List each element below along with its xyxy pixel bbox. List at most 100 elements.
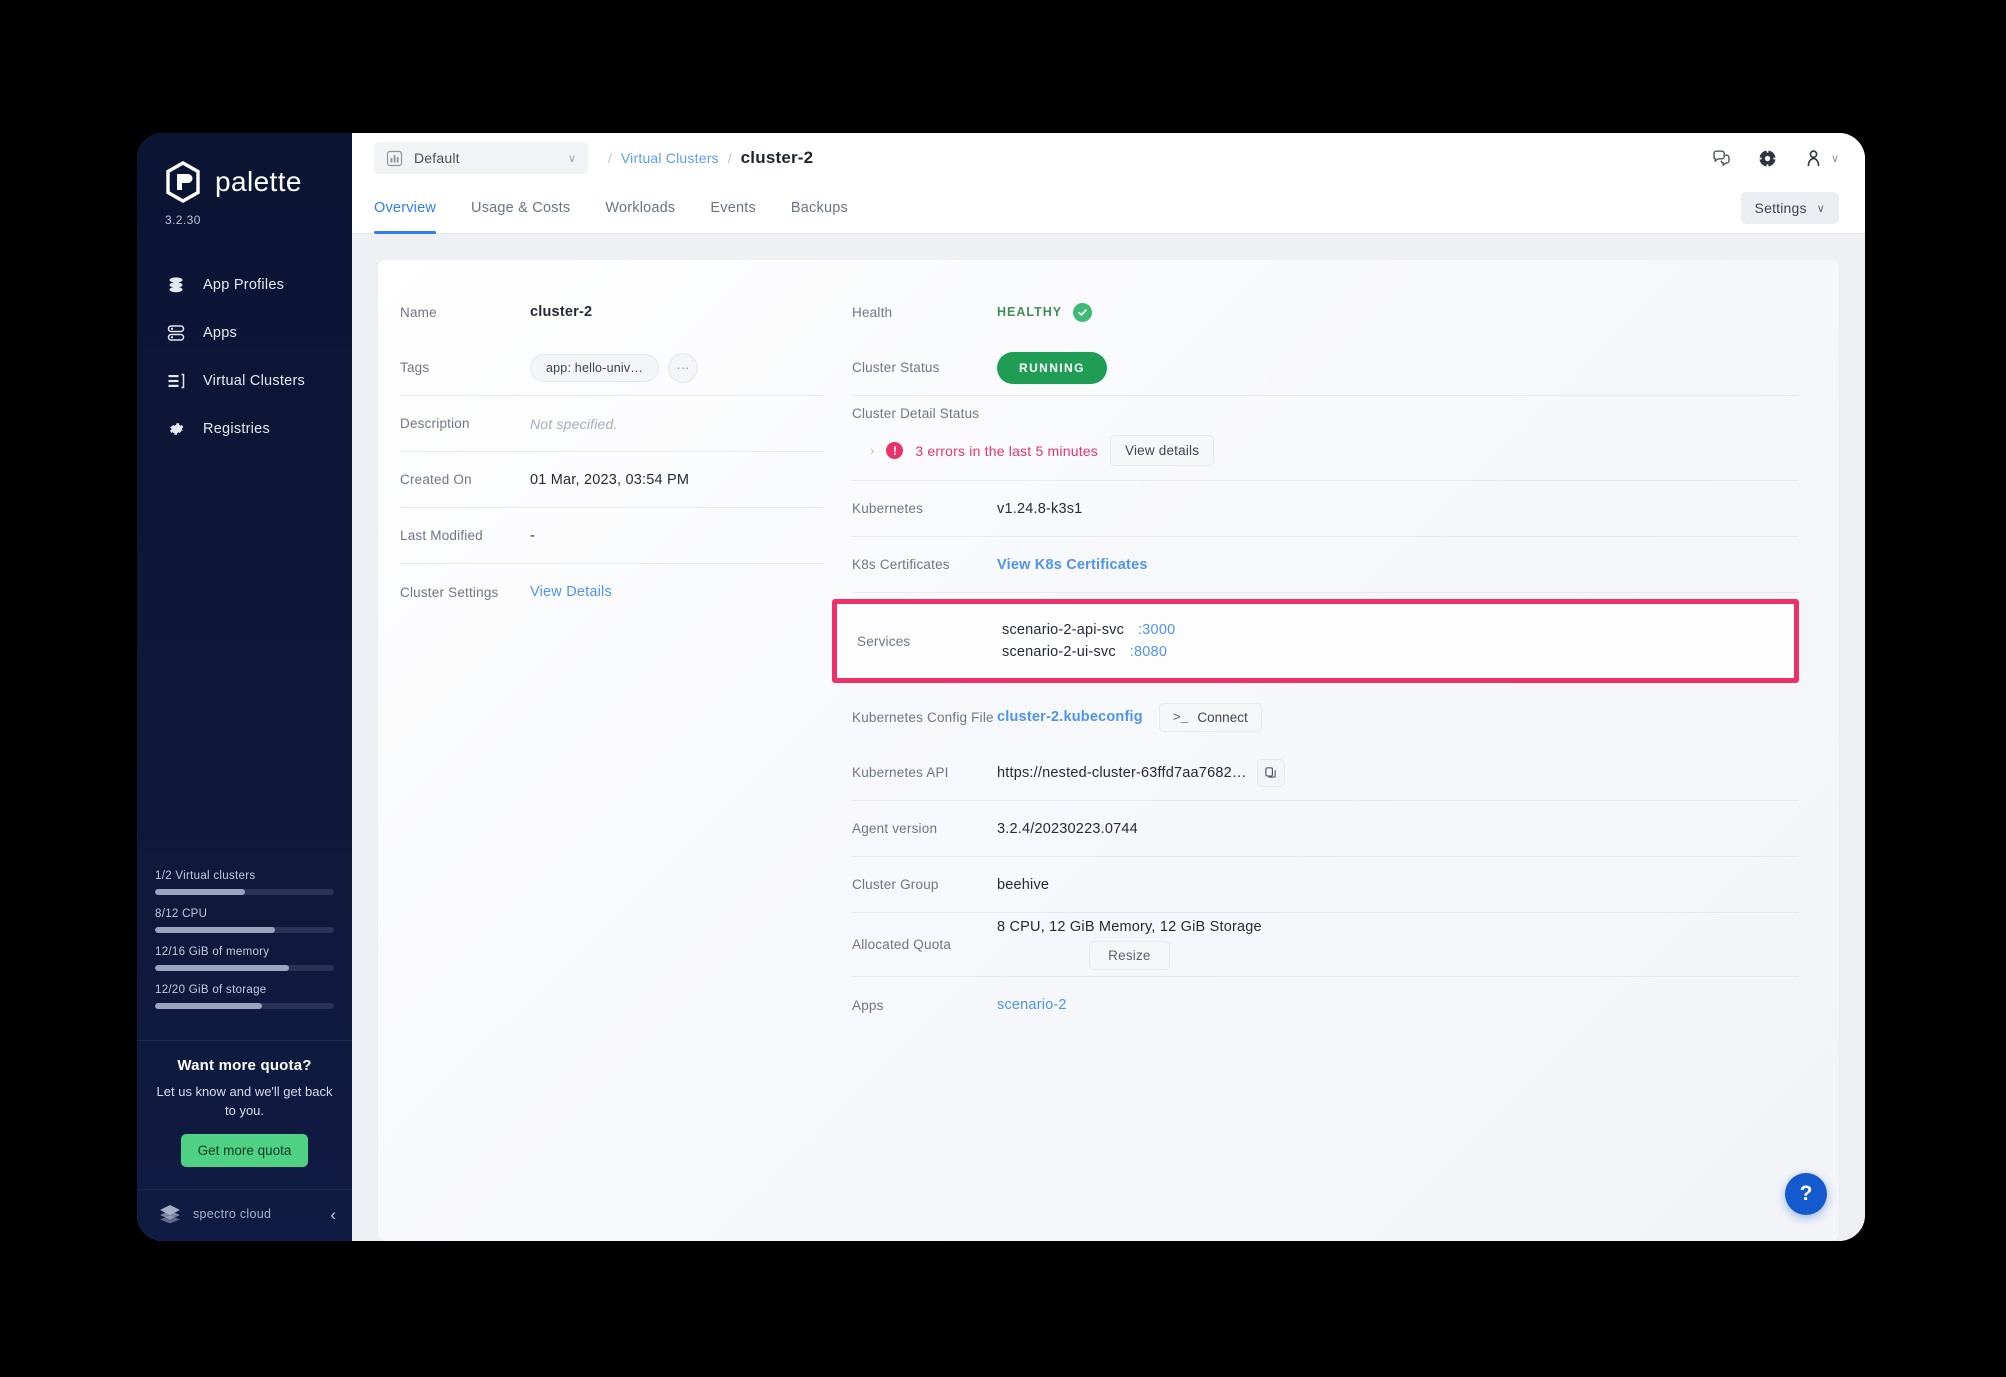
tab-overview[interactable]: Overview: [374, 183, 436, 234]
row-services: Services scenario-2-api-svc :3000 scenar…: [857, 604, 1794, 678]
connect-button[interactable]: >_ Connect: [1159, 703, 1262, 732]
user-menu[interactable]: ∨: [1804, 149, 1839, 168]
row-kubernetes-version: Kubernetes v1.24.8-k3s1: [852, 481, 1799, 537]
service-name: scenario-2-api-svc: [1002, 622, 1124, 638]
overview-right-column: Health HEALTHY Cluster Status: [824, 270, 1839, 1241]
breadcrumb-parent-link[interactable]: Virtual Clusters: [621, 150, 719, 166]
row-last-modified: Last Modified -: [400, 508, 824, 564]
project-selector[interactable]: Default ∨: [374, 142, 588, 174]
quota-label: 12/20 GiB of storage: [155, 984, 334, 996]
copy-icon[interactable]: [1257, 759, 1285, 787]
error-icon: !: [886, 442, 903, 459]
allocated-quota-value: 8 CPU, 12 GiB Memory, 12 GiB Storage Res…: [997, 919, 1262, 970]
quota-panel: 1/2 Virtual clusters 8/12 CPU 12/16 GiB …: [137, 870, 352, 1022]
breadcrumb-current: cluster-2: [741, 148, 814, 168]
quota-label: 12/16 GiB of memory: [155, 946, 334, 958]
settings-label: Settings: [1755, 200, 1807, 216]
company-name: spectro cloud: [193, 1207, 320, 1221]
promo-subtitle: Let us know and we'll get back to you.: [155, 1083, 334, 1120]
service-port-link[interactable]: :8080: [1130, 644, 1167, 660]
app-version: 3.2.30: [137, 203, 352, 227]
clusters-icon: [166, 371, 186, 391]
sidebar-item-app-profiles[interactable]: App Profiles: [137, 261, 352, 309]
view-details-button[interactable]: View details: [1110, 435, 1214, 466]
detail-status-line: › ! 3 errors in the last 5 minutes View …: [870, 435, 1799, 466]
chat-icon[interactable]: [1712, 149, 1731, 168]
service-port-link[interactable]: :3000: [1138, 622, 1175, 638]
view-k8s-certificates-link[interactable]: View K8s Certificates: [997, 557, 1148, 573]
status-badge: RUNNING: [997, 352, 1107, 384]
resize-button[interactable]: Resize: [1089, 941, 1169, 970]
row-agent-version: Agent version 3.2.4/20230223.0744: [852, 801, 1799, 857]
settings-button[interactable]: Settings ∨: [1741, 192, 1839, 224]
row-label: Cluster Settings: [400, 585, 530, 600]
service-item: scenario-2-api-svc :3000: [1002, 622, 1175, 638]
quota-track: [155, 927, 334, 933]
sidebar-item-label: Registries: [203, 421, 270, 437]
app-window: palette 3.2.30 App Profiles: [137, 133, 1865, 1241]
row-label: Created On: [400, 472, 530, 487]
row-allocated-quota: Allocated Quota 8 CPU, 12 GiB Memory, 12…: [852, 913, 1799, 977]
services-list: scenario-2-api-svc :3000 scenario-2-ui-s…: [1002, 622, 1175, 660]
tab-workloads[interactable]: Workloads: [605, 183, 675, 234]
overview-card: Name cluster-2 Tags app: hello-univ… ···…: [378, 260, 1839, 1241]
tab-label: Usage & Costs: [471, 200, 570, 216]
tab-backups[interactable]: Backups: [791, 183, 848, 234]
tags-more-button[interactable]: ···: [668, 353, 698, 383]
gear-icon: [166, 419, 186, 439]
brand: palette: [137, 133, 352, 203]
terminal-icon: >_: [1173, 710, 1189, 725]
tab-events[interactable]: Events: [710, 183, 756, 234]
sidebar-collapse-button[interactable]: ‹: [330, 1206, 336, 1223]
project-icon: [386, 150, 403, 167]
kubernetes-api-value: https://nested-cluster-63ffd7aa7682…: [997, 759, 1285, 787]
error-text: 3 errors in the last 5 minutes: [915, 443, 1098, 459]
row-label: Kubernetes API: [852, 765, 997, 780]
user-icon: [1804, 149, 1823, 168]
chevron-right-icon[interactable]: ›: [870, 443, 874, 458]
sidebar: palette 3.2.30 App Profiles: [137, 133, 352, 1241]
sidebar-item-label: App Profiles: [203, 277, 284, 293]
row-name: Name cluster-2: [400, 284, 824, 340]
check-icon: [1073, 303, 1092, 322]
created-on-value: 01 Mar, 2023, 03:54 PM: [530, 472, 689, 488]
kubeconfig-link[interactable]: cluster-2.kubeconfig: [997, 709, 1143, 725]
tabbar: Overview Usage & Costs Workloads Events …: [352, 183, 1865, 234]
quota-fill: [155, 927, 275, 933]
agent-version-value: 3.2.4/20230223.0744: [997, 821, 1138, 837]
tab-usage-and-costs[interactable]: Usage & Costs: [471, 183, 570, 234]
quota-fill: [155, 889, 245, 895]
description-value: Not specified.: [530, 416, 618, 432]
row-label: Name: [400, 305, 530, 320]
tab-label: Overview: [374, 200, 436, 216]
palette-logo-icon: [163, 161, 203, 203]
quota-label: 1/2 Virtual clusters: [155, 870, 334, 882]
row-label: Last Modified: [400, 528, 530, 543]
row-label: Kubernetes Config File: [852, 710, 997, 725]
sidebar-item-virtual-clusters[interactable]: Virtual Clusters: [137, 357, 352, 405]
service-name: scenario-2-ui-svc: [1002, 644, 1116, 660]
cluster-group-value: beehive: [997, 877, 1049, 893]
get-more-quota-button[interactable]: Get more quota: [181, 1134, 309, 1167]
view-details-link[interactable]: View Details: [530, 584, 612, 600]
sidebar-item-registries[interactable]: Registries: [137, 405, 352, 453]
row-label: Cluster Detail Status: [852, 406, 1799, 421]
chevron-down-icon: ∨: [1831, 152, 1839, 165]
row-label: Apps: [852, 998, 997, 1013]
quota-track: [155, 1003, 334, 1009]
topbar: Default ∨ / Virtual Clusters / cluster-2: [352, 133, 1865, 183]
breadcrumb-separator: /: [608, 150, 612, 166]
promo-title: Want more quota?: [155, 1057, 334, 1074]
sidebar-item-apps[interactable]: Apps: [137, 309, 352, 357]
last-modified-value: -: [530, 528, 535, 544]
quota-row: 1/2 Virtual clusters: [155, 870, 334, 895]
quota-text: 8 CPU, 12 GiB Memory, 12 GiB Storage: [997, 919, 1262, 935]
quota-track: [155, 889, 334, 895]
apps-icon: [166, 323, 186, 343]
row-label: Tags: [400, 360, 530, 375]
help-button[interactable]: ?: [1785, 1173, 1827, 1215]
gear-icon[interactable]: [1758, 149, 1777, 168]
quota-row: 12/20 GiB of storage: [155, 984, 334, 1009]
app-link[interactable]: scenario-2: [997, 997, 1067, 1013]
tag-chip[interactable]: app: hello-univ…: [530, 354, 659, 382]
